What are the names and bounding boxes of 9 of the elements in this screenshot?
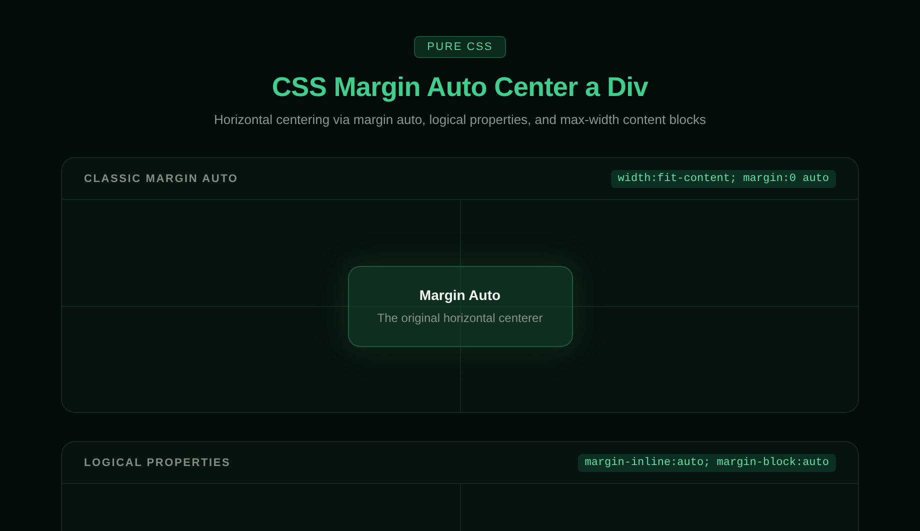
panel-label: CLASSIC MARGIN AUTO — [84, 172, 238, 184]
pure-css-badge: PURE CSS — [414, 36, 506, 58]
page-title: CSS Margin Auto Center a Div — [272, 72, 648, 103]
code-snippet: margin-inline:auto; margin-block:auto — [578, 454, 836, 472]
card-title: Margin Auto — [419, 287, 501, 303]
card-text: The original horizontal centerer — [377, 311, 543, 325]
code-snippet: width:fit-content; margin:0 auto — [610, 170, 836, 188]
page-subtitle: Horizontal centering via margin auto, logical properties, and max-width content blocks — [214, 112, 706, 127]
panel-label: LOGICAL PROPERTIES — [84, 456, 231, 468]
